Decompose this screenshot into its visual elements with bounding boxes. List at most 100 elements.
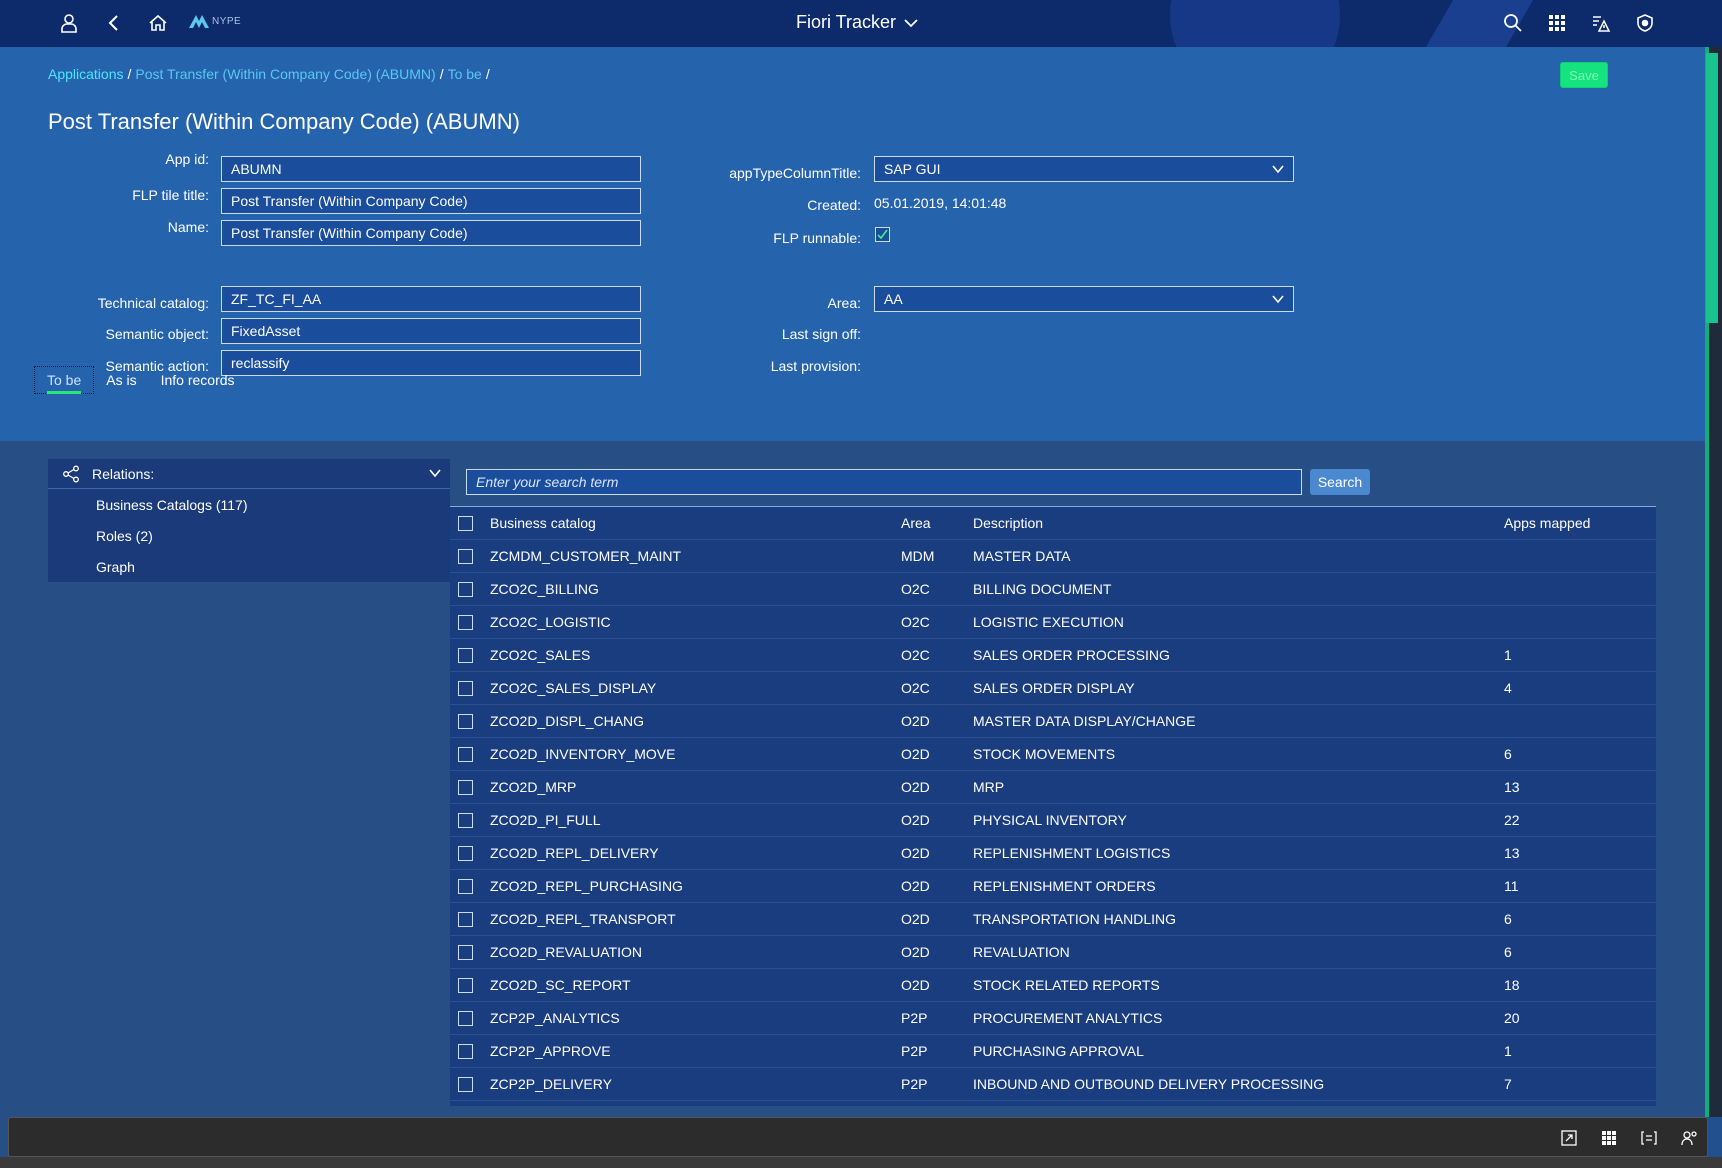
expand-icon[interactable] bbox=[1559, 1128, 1579, 1148]
user-icon[interactable] bbox=[56, 10, 82, 36]
tab-as-is[interactable]: As is bbox=[94, 366, 148, 394]
breadcrumb-separator: / bbox=[127, 66, 132, 82]
table-row[interactable]: ZCP2P_ANALYTICS P2P PROCUREMENT ANALYTICS 2… bbox=[450, 1002, 1656, 1035]
cell-apps-mapped: 6 bbox=[1504, 911, 1512, 927]
technical-catalog-field[interactable]: ZF_TC_FI_AA bbox=[221, 286, 641, 312]
app-id-field[interactable]: ABUMN bbox=[221, 156, 641, 182]
row-checkbox[interactable] bbox=[458, 912, 473, 927]
relations-header[interactable]: Relations: bbox=[48, 459, 450, 489]
column-header-area[interactable]: Area bbox=[901, 515, 931, 531]
flp-runnable-checkbox[interactable] bbox=[875, 227, 890, 242]
settings-badge-icon[interactable] bbox=[1632, 10, 1658, 36]
search-button[interactable]: Search bbox=[1310, 469, 1370, 495]
cell-business-catalog: ZCO2D_PI_FULL bbox=[490, 812, 601, 828]
object-header: Applications / Post Transfer (Within Compa… bbox=[0, 47, 1705, 441]
user-settings-icon[interactable] bbox=[1679, 1128, 1699, 1148]
column-header-apps-mapped[interactable]: Apps mapped bbox=[1504, 515, 1590, 531]
table-row[interactable]: ZCO2C_SALES O2C SALES ORDER PROCESSING 1 bbox=[450, 639, 1656, 672]
table-row[interactable]: ZCO2D_INVENTORY_MOVE O2D STOCK MOVEMENTS 6 bbox=[450, 738, 1656, 771]
table-row[interactable]: ZCO2C_LOGISTIC O2C LOGISTIC EXECUTION bbox=[450, 606, 1656, 639]
row-checkbox[interactable] bbox=[458, 846, 473, 861]
table-row[interactable]: ZCO2D_REVALUATION O2D REVALUATION 6 bbox=[450, 936, 1656, 969]
row-checkbox[interactable] bbox=[458, 780, 473, 795]
app-type-select[interactable]: SAP GUI bbox=[874, 156, 1294, 182]
tab-info-records[interactable]: Info records bbox=[149, 366, 247, 394]
back-icon[interactable] bbox=[101, 10, 127, 36]
table-row[interactable]: ZCO2D_SC_REPORT O2D STOCK RELATED REPORTS 1… bbox=[450, 969, 1656, 1002]
cell-description: STOCK MOVEMENTS bbox=[973, 746, 1116, 762]
area-select[interactable]: AA bbox=[874, 286, 1294, 312]
row-checkbox[interactable] bbox=[458, 549, 473, 564]
app-id-label: App id: bbox=[165, 151, 209, 167]
name-field[interactable]: Post Transfer (Within Company Code) bbox=[221, 220, 641, 246]
table-row[interactable]: ZCO2D_DISPL_CHANG O2D MASTER DATA DISPLAY/… bbox=[450, 705, 1656, 738]
search-input[interactable]: Enter your search term bbox=[466, 469, 1302, 495]
relation-business-catalogs[interactable]: Business Catalogs (117) bbox=[48, 489, 450, 520]
row-checkbox[interactable] bbox=[458, 747, 473, 762]
table-row[interactable]: ZCMDM_CUSTOMER_MAINT MDM MASTER DATA bbox=[450, 540, 1656, 573]
relation-roles[interactable]: Roles (2) bbox=[48, 520, 450, 551]
table-row[interactable]: ZCP2P_DELIVERY P2P INBOUND AND OUTBOUND DE… bbox=[450, 1068, 1656, 1101]
row-checkbox[interactable] bbox=[458, 714, 473, 729]
cell-area: MDM bbox=[901, 548, 935, 564]
grid-icon[interactable] bbox=[1599, 1128, 1619, 1148]
table-row[interactable]: ZCO2D_REPL_PURCHASING O2D REPLENISHMENT OR… bbox=[450, 870, 1656, 903]
scrollbar[interactable] bbox=[1705, 47, 1722, 1117]
row-checkbox[interactable] bbox=[458, 615, 473, 630]
scrollbar-thumb[interactable] bbox=[1706, 53, 1718, 323]
cell-business-catalog: ZCO2C_LOGISTIC bbox=[490, 614, 611, 630]
flp-tile-title-field[interactable]: Post Transfer (Within Company Code) bbox=[221, 188, 641, 214]
row-checkbox[interactable] bbox=[458, 945, 473, 960]
chevron-down-icon bbox=[1272, 295, 1284, 304]
table-row[interactable]: ZCO2D_MRP O2D MRP 13 bbox=[450, 771, 1656, 804]
home-icon[interactable] bbox=[145, 10, 171, 36]
cell-description: LOGISTIC EXECUTION bbox=[973, 614, 1124, 630]
table-row[interactable]: ZCO2C_BILLING O2C BILLING DOCUMENT bbox=[450, 573, 1656, 606]
semantic-object-field[interactable]: FixedAsset bbox=[221, 318, 641, 344]
save-button[interactable]: Save bbox=[1560, 62, 1608, 88]
row-checkbox[interactable] bbox=[458, 978, 473, 993]
notifications-icon[interactable] bbox=[1588, 10, 1614, 36]
table-row[interactable]: ZCO2D_PI_FULL O2D PHYSICAL INVENTORY 22 bbox=[450, 804, 1656, 837]
row-checkbox[interactable] bbox=[458, 681, 473, 696]
select-all-checkbox[interactable] bbox=[458, 516, 473, 531]
app-title-menu[interactable]: Fiori Tracker bbox=[796, 12, 918, 33]
relation-graph[interactable]: Graph bbox=[48, 551, 450, 582]
list-icon[interactable] bbox=[1639, 1128, 1659, 1148]
row-checkbox[interactable] bbox=[458, 813, 473, 828]
table-row[interactable]: ZCP2P_EWHP2PEXTERNAL WAREHOUSE PROCESSIN… bbox=[450, 1101, 1656, 1106]
row-checkbox[interactable] bbox=[458, 1044, 473, 1059]
cell-area: O2C bbox=[901, 680, 930, 696]
breadcrumb-link[interactable]: To be bbox=[448, 66, 482, 82]
checkmark-icon bbox=[877, 229, 888, 240]
row-checkbox[interactable] bbox=[458, 1077, 473, 1092]
column-header-description[interactable]: Description bbox=[973, 515, 1043, 531]
breadcrumb-link[interactable]: Applications bbox=[48, 66, 124, 82]
search-icon[interactable] bbox=[1500, 10, 1526, 36]
cell-business-catalog: ZCO2D_REPL_TRANSPORT bbox=[490, 911, 676, 927]
cell-apps-mapped: 7 bbox=[1504, 1076, 1512, 1092]
row-checkbox[interactable] bbox=[458, 1011, 473, 1026]
breadcrumb-link[interactable]: Post Transfer (Within Company Code) (ABU… bbox=[135, 66, 435, 82]
table-row[interactable]: ZCP2P_APPROVE P2P PURCHASING APPROVAL 1 bbox=[450, 1035, 1656, 1068]
cell-business-catalog: ZCP2P_DELIVERY bbox=[490, 1076, 612, 1092]
cell-business-catalog: ZCO2D_INVENTORY_MOVE bbox=[490, 746, 676, 762]
table-row[interactable]: ZCO2D_REPL_DELIVERY O2D REPLENISHMENT LOGI… bbox=[450, 837, 1656, 870]
brand-logo[interactable]: NYPE bbox=[188, 13, 241, 29]
close-button[interactable] bbox=[1620, 62, 1666, 88]
grid-icon[interactable] bbox=[1544, 10, 1570, 36]
cell-description: REPLENISHMENT ORDERS bbox=[973, 878, 1156, 894]
table-row[interactable]: ZCO2D_REPL_TRANSPORT O2D TRANSPORTATION HA… bbox=[450, 903, 1656, 936]
table-row[interactable]: ZCO2C_SALES_DISPLAY O2C SALES ORDER DISPLA… bbox=[450, 672, 1656, 705]
semantic-action-field[interactable]: reclassify bbox=[221, 350, 641, 376]
chevron-down-icon bbox=[904, 18, 918, 27]
column-header-business-catalog[interactable]: Business catalog bbox=[490, 515, 596, 531]
row-checkbox[interactable] bbox=[458, 879, 473, 894]
cell-area: O2D bbox=[901, 878, 930, 894]
cell-area: O2C bbox=[901, 614, 930, 630]
row-checkbox[interactable] bbox=[458, 582, 473, 597]
table-header-row: Business catalog Area Description Apps m… bbox=[450, 507, 1656, 540]
tab-to-be[interactable]: To be bbox=[34, 366, 95, 394]
row-checkbox[interactable] bbox=[458, 648, 473, 663]
cell-area: O2D bbox=[901, 977, 930, 993]
